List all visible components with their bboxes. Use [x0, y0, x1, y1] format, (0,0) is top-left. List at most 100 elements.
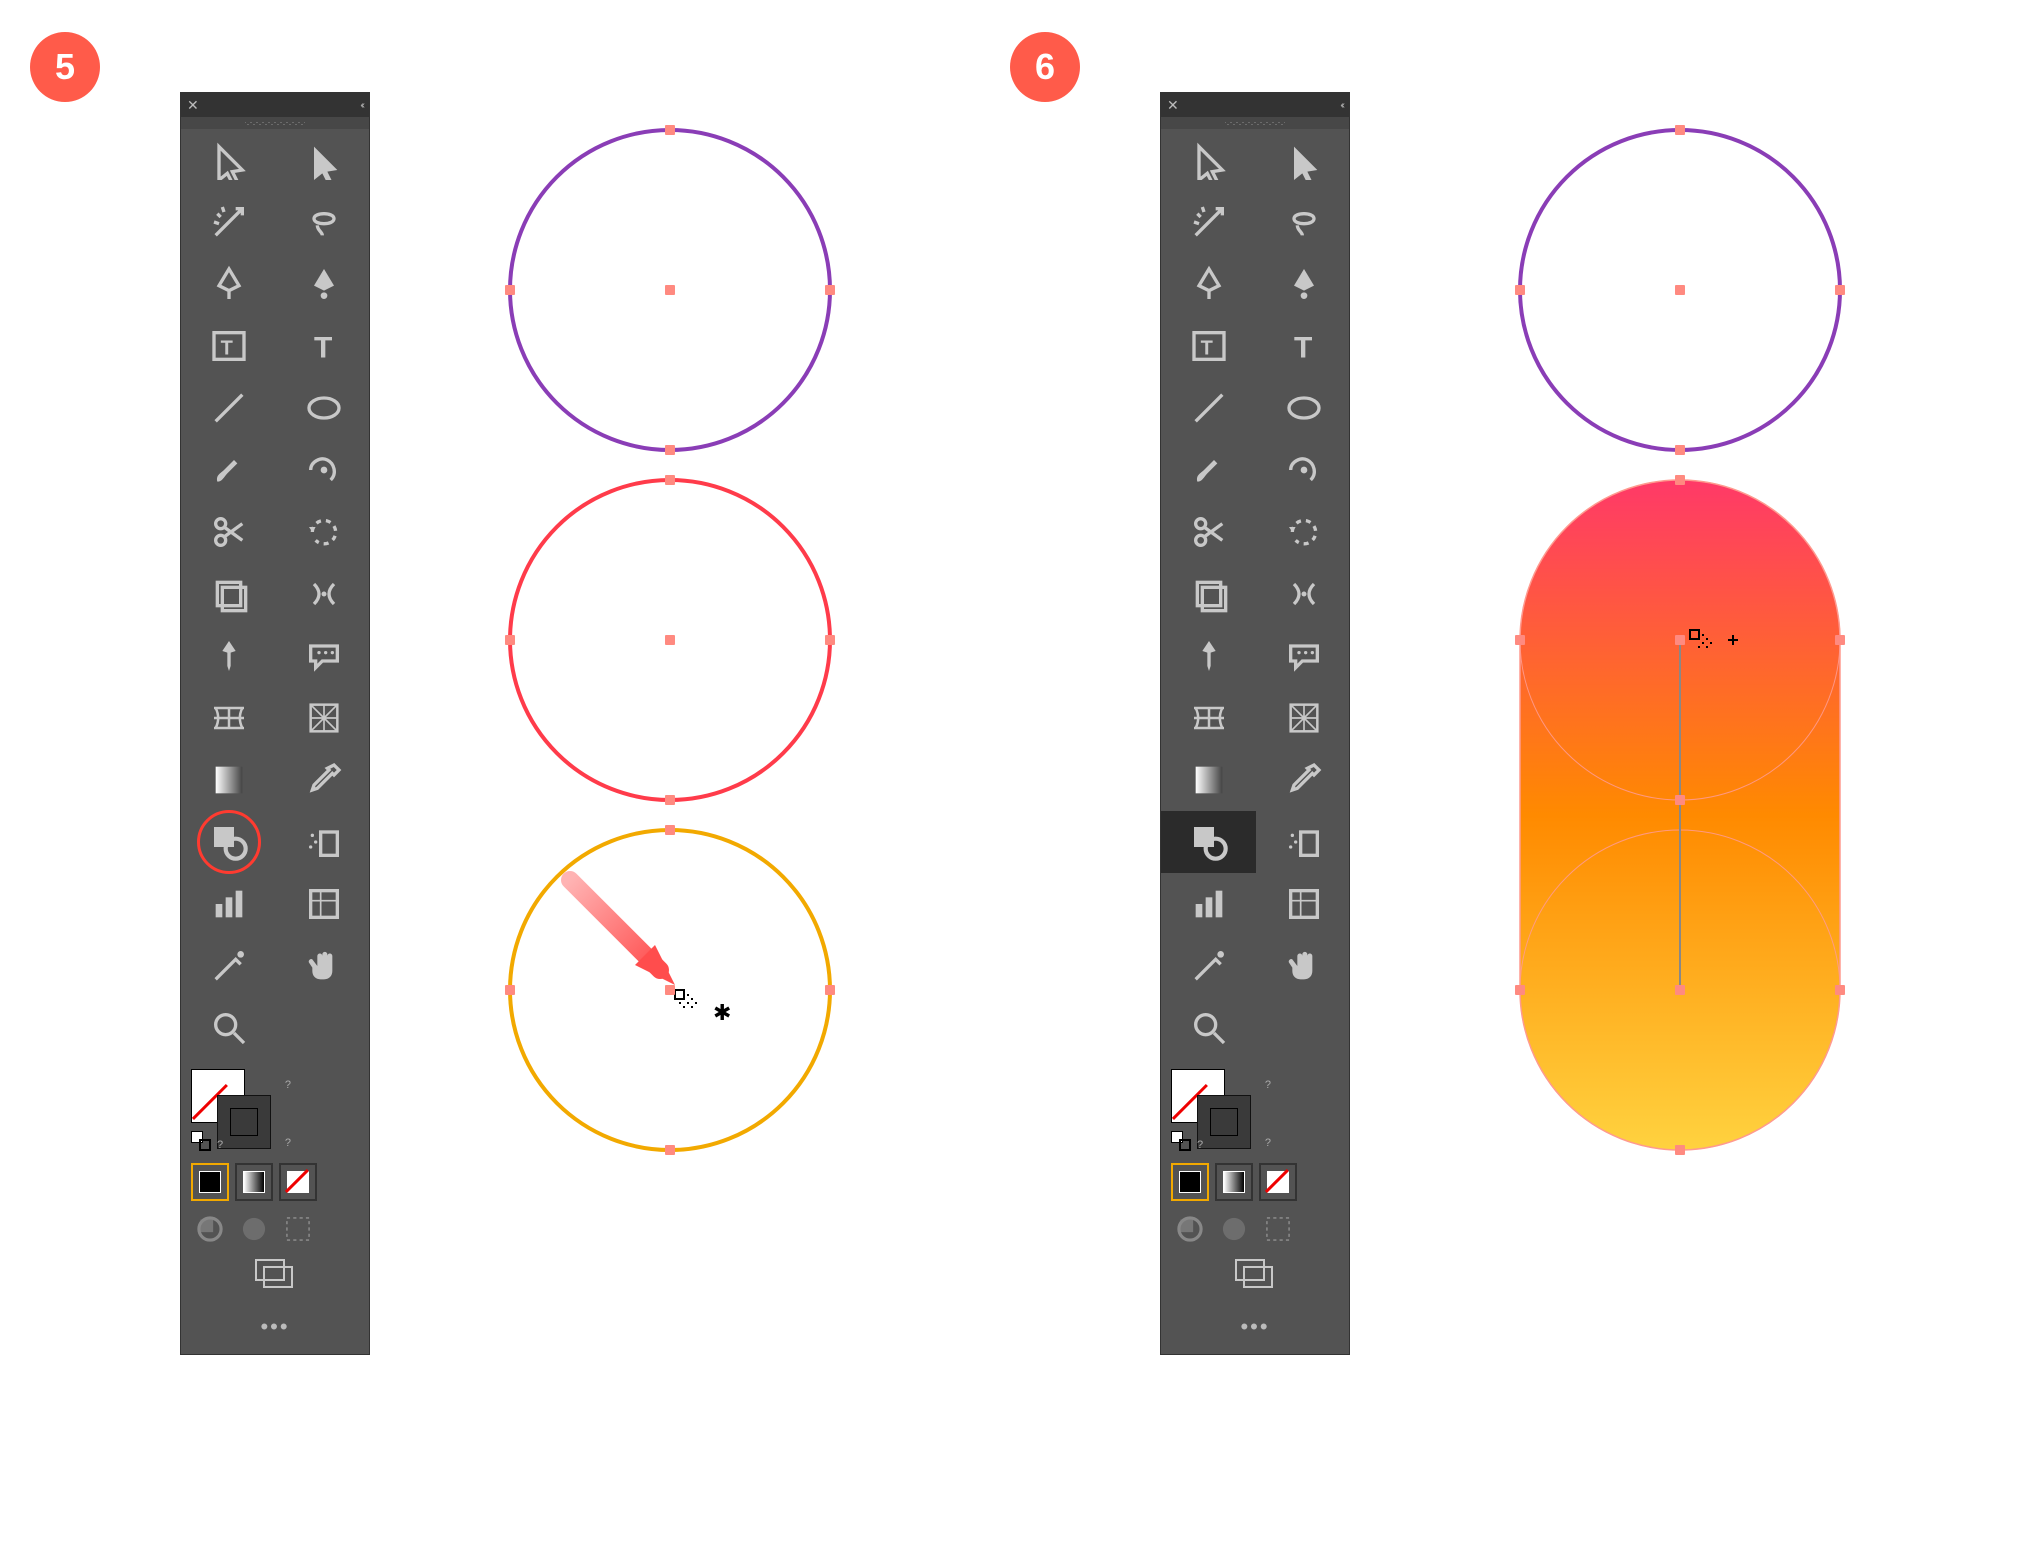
draw-normal[interactable] — [1171, 1213, 1209, 1245]
free-transform-tool[interactable] — [181, 563, 276, 625]
rotate-tool[interactable] — [1256, 501, 1351, 563]
type-tool[interactable]: T — [1256, 315, 1351, 377]
anchor-handle[interactable] — [1675, 445, 1685, 455]
anchor-handle[interactable] — [505, 635, 515, 645]
panel-grip[interactable] — [1161, 117, 1349, 129]
fill-mode-solid[interactable] — [191, 1163, 229, 1201]
lasso-tool[interactable] — [276, 191, 371, 253]
speech-tool[interactable] — [276, 625, 371, 687]
gradient-tool[interactable] — [1161, 749, 1256, 811]
pen-tool[interactable] — [1161, 253, 1256, 315]
pen-tool[interactable] — [181, 253, 276, 315]
slice-tool[interactable] — [1256, 873, 1351, 935]
screen-mode-icon[interactable] — [1235, 1259, 1275, 1294]
mesh-row-tool[interactable] — [181, 687, 276, 749]
rotate-tool[interactable] — [276, 501, 371, 563]
draw-inside[interactable] — [279, 1213, 317, 1245]
knife-tool[interactable] — [181, 935, 276, 997]
center-handle[interactable] — [1675, 285, 1685, 295]
default-colors-icon[interactable] — [191, 1131, 211, 1151]
selection-tool[interactable] — [1161, 129, 1256, 191]
more-tools-icon[interactable]: ••• — [1161, 1314, 1349, 1354]
magic-wand-tool[interactable] — [1161, 191, 1256, 253]
pin-tool[interactable] — [181, 625, 276, 687]
pin-tool[interactable] — [1161, 625, 1256, 687]
fill-mode-none[interactable] — [279, 1163, 317, 1201]
draw-behind[interactable] — [1215, 1213, 1253, 1245]
center-handle[interactable] — [1675, 985, 1685, 995]
eyedropper-tool[interactable] — [1256, 749, 1351, 811]
magic-wand-tool[interactable] — [181, 191, 276, 253]
default-colors-icon[interactable] — [1171, 1131, 1191, 1151]
anchor-handle[interactable] — [1675, 475, 1685, 485]
column-tool[interactable] — [181, 873, 276, 935]
anchor-handle[interactable] — [825, 985, 835, 995]
draw-behind[interactable] — [235, 1213, 273, 1245]
eraser-tool[interactable] — [276, 439, 371, 501]
free-transform-tool[interactable] — [1161, 563, 1256, 625]
symbol-spray-tool[interactable] — [276, 811, 371, 873]
anchor-handle[interactable] — [665, 125, 675, 135]
close-icon[interactable]: ✕ — [187, 97, 199, 114]
type-tool[interactable]: T — [276, 315, 371, 377]
ellipse-tool[interactable] — [276, 377, 371, 439]
anchor-handle[interactable] — [1835, 635, 1845, 645]
scissors-tool[interactable] — [1161, 501, 1256, 563]
center-handle[interactable] — [665, 635, 675, 645]
shape-builder-tool[interactable] — [181, 811, 276, 873]
mesh-tool[interactable] — [276, 687, 371, 749]
fill-mode-gradient[interactable] — [235, 1163, 273, 1201]
center-handle[interactable] — [1675, 635, 1685, 645]
screen-mode-icon[interactable] — [255, 1259, 295, 1294]
draw-inside[interactable] — [1259, 1213, 1297, 1245]
selection-tool[interactable] — [181, 129, 276, 191]
center-handle[interactable] — [665, 285, 675, 295]
mesh-row-tool[interactable] — [1161, 687, 1256, 749]
anchor-handle[interactable] — [825, 285, 835, 295]
anchor-handle[interactable] — [505, 985, 515, 995]
anchor-handle[interactable] — [1515, 985, 1525, 995]
slice-tool[interactable] — [276, 873, 371, 935]
collapse-icon[interactable]: ‹‹ — [1340, 100, 1343, 111]
anchor-handle[interactable] — [1675, 1145, 1685, 1155]
zoom-tool[interactable] — [1161, 997, 1256, 1059]
panel-grip[interactable] — [181, 117, 369, 129]
curvature-tool[interactable] — [276, 253, 371, 315]
draw-normal[interactable] — [191, 1213, 229, 1245]
fill-mode-gradient[interactable] — [1215, 1163, 1253, 1201]
curvature-tool[interactable] — [1256, 253, 1351, 315]
stroke-swatch[interactable] — [1197, 1095, 1251, 1149]
anchor-handle[interactable] — [1515, 285, 1525, 295]
anchor-handle[interactable] — [825, 635, 835, 645]
width-tool[interactable] — [1256, 563, 1351, 625]
shape-builder-tool[interactable] — [1161, 811, 1256, 873]
anchor-handle[interactable] — [665, 795, 675, 805]
line-tool[interactable] — [181, 377, 276, 439]
hand-tool[interactable] — [276, 935, 371, 997]
direct-selection-tool[interactable] — [276, 129, 371, 191]
lasso-tool[interactable] — [1256, 191, 1351, 253]
hand-tool[interactable] — [1256, 935, 1351, 997]
touch-type-tool[interactable]: T — [1161, 315, 1256, 377]
direct-selection-tool[interactable] — [1256, 129, 1351, 191]
width-tool[interactable] — [276, 563, 371, 625]
anchor-handle[interactable] — [665, 475, 675, 485]
anchor-handle[interactable] — [1675, 125, 1685, 135]
collapse-icon[interactable]: ‹‹ — [360, 100, 363, 111]
column-tool[interactable] — [1161, 873, 1256, 935]
anchor-handle[interactable] — [1835, 285, 1845, 295]
anchor-handle[interactable] — [1835, 985, 1845, 995]
anchor-handle[interactable] — [1515, 635, 1525, 645]
gradient-tool[interactable] — [181, 749, 276, 811]
knife-tool[interactable] — [1161, 935, 1256, 997]
scissors-tool[interactable] — [181, 501, 276, 563]
anchor-handle[interactable] — [665, 1145, 675, 1155]
more-tools-icon[interactable]: ••• — [181, 1314, 369, 1354]
fill-mode-solid[interactable] — [1171, 1163, 1209, 1201]
speech-tool[interactable] — [1256, 625, 1351, 687]
center-handle[interactable] — [665, 985, 675, 995]
ellipse-tool[interactable] — [1256, 377, 1351, 439]
eyedropper-tool[interactable] — [276, 749, 371, 811]
symbol-spray-tool[interactable] — [1256, 811, 1351, 873]
anchor-handle[interactable] — [665, 825, 675, 835]
